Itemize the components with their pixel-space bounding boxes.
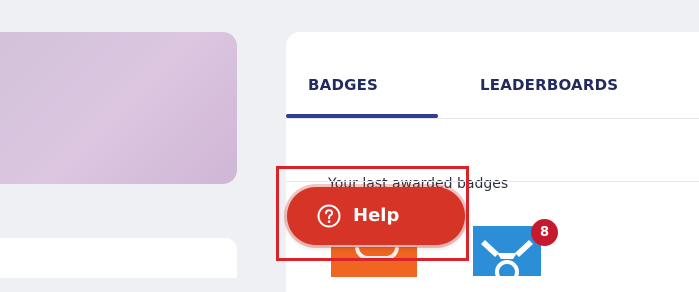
- tab-divider: [286, 118, 699, 119]
- promo-card: [0, 32, 237, 184]
- badge-stripe: [355, 247, 399, 260]
- help-button-label: Help: [353, 205, 400, 226]
- lower-card: [0, 238, 237, 278]
- tab-badges[interactable]: BADGES: [308, 76, 378, 94]
- question-circle-icon: [317, 204, 341, 228]
- orange-badge-icon[interactable]: [331, 247, 417, 277]
- tab-leaderboards[interactable]: LEADERBOARDS: [480, 76, 618, 94]
- section-divider: [286, 181, 699, 182]
- badge-count: 8: [531, 219, 558, 246]
- tab-bar: BADGES LEADERBOARDS: [286, 32, 699, 119]
- help-button[interactable]: Help: [287, 187, 465, 245]
